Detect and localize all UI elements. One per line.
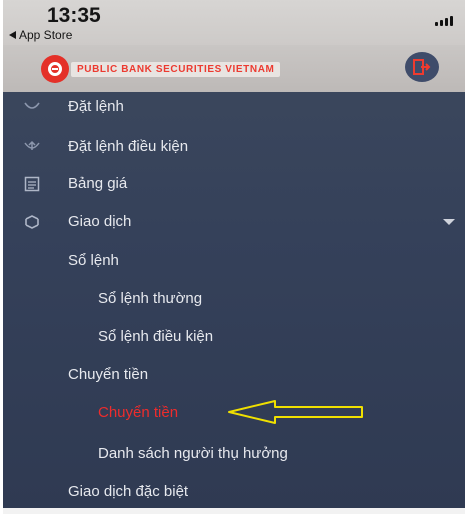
status-bar: 13:35 App Store: [3, 0, 465, 45]
menu-item-so-lenh[interactable]: Sổ lệnh: [3, 242, 465, 279]
menu-item-danh-sach-nguoi-thu-huong[interactable]: Danh sách người thụ hưởng: [3, 435, 465, 472]
chevron-down-icon[interactable]: [443, 218, 455, 225]
logout-icon: [413, 59, 431, 75]
conditional-order-icon: [23, 138, 41, 156]
menu-item-giao-dich-dac-biet[interactable]: Giao dịch đặc biệt: [3, 473, 465, 510]
menu-item-chuyen-tien-group[interactable]: Chuyển tiền: [3, 356, 465, 393]
menu-item-so-lenh-dieu-kien[interactable]: Sổ lệnh điều kiện: [3, 318, 465, 355]
app-screen: 13:35 App Store PUBLIC BANK SECURITIES V…: [3, 0, 465, 514]
menu-item-label: Chuyển tiền: [68, 366, 149, 383]
menu-item-label: Đặt lệnh: [68, 98, 124, 115]
price-board-icon: [23, 175, 41, 193]
back-arrow-icon: [9, 31, 16, 39]
menu-item-label: Sổ lệnh: [68, 252, 119, 269]
menu-item-label: Chuyển tiền: [98, 404, 179, 421]
menu-item-label: Bảng giá: [68, 175, 128, 192]
annotation-arrow-icon: [228, 400, 363, 424]
brand-name: PUBLIC BANK SECURITIES VIETNAM: [71, 62, 281, 77]
menu-item-label: Đặt lệnh điều kiện: [68, 138, 189, 155]
menu-item-so-lenh-thuong[interactable]: Sổ lệnh thường: [3, 280, 465, 317]
transaction-icon: [23, 213, 41, 231]
menu-item-giao-dich[interactable]: Giao dịch: [3, 203, 465, 240]
menu-item-label: Sổ lệnh điều kiện: [98, 328, 214, 345]
menu-item-label: Sổ lệnh thường: [98, 290, 203, 307]
bottom-edge: [3, 508, 465, 514]
menu-item-label: Danh sách người thụ hưởng: [98, 445, 288, 462]
status-time: 13:35: [47, 4, 101, 27]
brand-logo-icon: [41, 55, 69, 83]
signal-icon: [435, 16, 453, 26]
menu-item-bang-gia[interactable]: Bảng giá: [3, 165, 465, 202]
menu-item-dat-lenh-dieu-kien[interactable]: Đặt lệnh điều kiện: [3, 128, 465, 165]
order-icon: [23, 98, 41, 116]
menu-item-label: Giao dịch đặc biệt: [68, 483, 189, 500]
back-to-app-store[interactable]: App Store: [9, 28, 72, 42]
back-label: App Store: [19, 28, 73, 42]
menu-item-label: Giao dịch: [68, 213, 132, 230]
logout-button[interactable]: [405, 52, 439, 82]
menu-item-dat-lenh[interactable]: Đặt lệnh: [3, 88, 465, 125]
